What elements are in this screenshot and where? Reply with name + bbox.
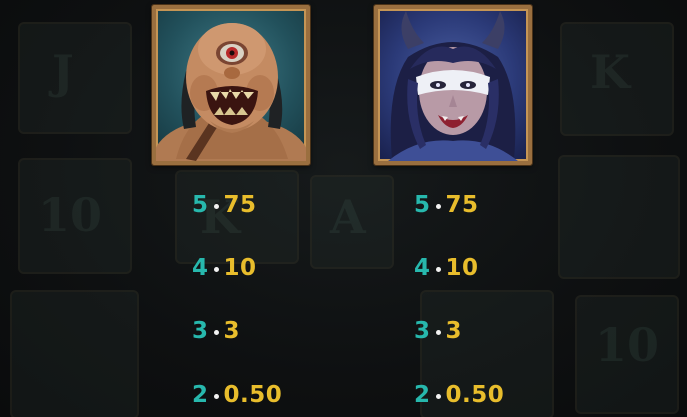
symbol-count: 3 [414, 318, 431, 344]
separator-dot [435, 393, 441, 399]
paytable-row: 2 0.50 [192, 380, 282, 410]
paytable-screen: J K 10 K A 10 5 75 4 10 3 3 2 0.50 5 75 … [0, 0, 687, 417]
symbol-count: 3 [192, 318, 209, 344]
payout-value: 0.50 [445, 382, 505, 408]
payout-value: 3 [223, 318, 241, 344]
background-reel-tile [18, 22, 132, 134]
separator-dot [435, 266, 441, 272]
background-glyph: A [330, 190, 366, 244]
symbol-count: 4 [192, 255, 209, 281]
payout-value: 10 [445, 255, 479, 281]
symbol-count: 2 [414, 382, 431, 408]
payout-value: 10 [223, 255, 257, 281]
payout-value: 0.50 [223, 382, 283, 408]
paytable-row: 33 [192, 316, 240, 346]
separator-dot [213, 393, 219, 399]
paytable-row: 4 10 [414, 253, 479, 283]
background-glyph: 10 [38, 188, 103, 242]
separator-dot [213, 329, 219, 335]
cyclops-ogre-icon [156, 23, 306, 161]
payout-value: 75 [445, 192, 479, 218]
background-glyph: J [52, 45, 74, 99]
payout-value: 75 [223, 192, 257, 218]
background-reel-tile [10, 290, 139, 417]
paytable-row: 2 0.50 [414, 380, 504, 410]
paytable-row: 5 75 [192, 190, 257, 220]
paytable-row: 5 75 [414, 190, 479, 220]
separator-dot [435, 203, 441, 209]
background-reel-tile [558, 155, 680, 279]
payout-value: 3 [445, 318, 463, 344]
separator-dot [213, 266, 219, 272]
demoness-icon [388, 11, 518, 161]
separator-dot [435, 329, 441, 335]
background-glyph: 10 [595, 318, 660, 372]
background-glyph: K [590, 45, 630, 99]
paytable-row: 33 [414, 316, 462, 346]
symbol-card-cyclops [151, 4, 311, 166]
separator-dot [213, 203, 219, 209]
symbol-count: 5 [414, 192, 431, 218]
symbol-count: 4 [414, 255, 431, 281]
paytable-row: 4 10 [192, 253, 257, 283]
symbol-count: 5 [192, 192, 209, 218]
symbol-count: 2 [192, 382, 209, 408]
symbol-card-demoness [373, 4, 533, 166]
